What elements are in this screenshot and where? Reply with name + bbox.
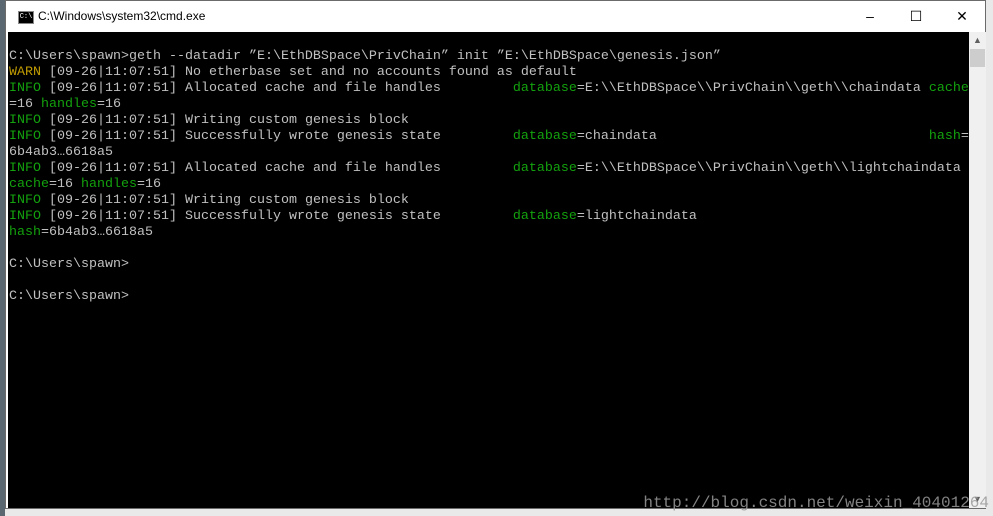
console-segment: cache — [928, 81, 969, 96]
console-line: =16 handles=16 — [9, 97, 969, 113]
console-line: cache=16 handles=16 — [9, 177, 969, 193]
console-segment: =16 — [137, 177, 161, 192]
console-line: WARN [09-26|11:07:51] No etherbase set a… — [9, 65, 969, 81]
console-segment: database — [512, 81, 577, 96]
console-segment: =16 — [9, 97, 41, 112]
console-segment: [09-26|11:07:51] Successfully wrote gene… — [41, 209, 513, 224]
console-line: C:\Users\spawn>geth --datadir ”E:\EthDBS… — [9, 49, 969, 65]
console-segment: database — [512, 161, 577, 176]
cmd-window: C:\ C:\Windows\system32\cmd.exe – ☐ ✕ C:… — [5, 0, 986, 509]
console-segment: hash — [9, 225, 41, 240]
console-line: INFO [09-26|11:07:51] Allocated cache an… — [9, 81, 969, 97]
console-segment: INFO — [9, 129, 41, 144]
console-segment: database — [512, 209, 577, 224]
console-segment: [09-26|11:07:51] Allocated cache and fil… — [41, 81, 513, 96]
console-segment: cache — [9, 177, 49, 192]
console-segment: =6b4ab3…6618a5 — [41, 225, 153, 240]
console-segment: = — [960, 129, 969, 144]
console-segment: INFO — [9, 113, 41, 128]
vertical-scrollbar[interactable]: ▲ ▼ — [969, 32, 986, 508]
window-title: C:\Windows\system32\cmd.exe — [38, 9, 206, 23]
console-line: 6b4ab3…6618a5 — [9, 145, 969, 161]
console-segment: INFO — [9, 161, 41, 176]
console-segment: database — [512, 129, 577, 144]
console-segment: C:\Users\spawn>geth --datadir ”E:\EthDBS… — [9, 49, 721, 64]
console-segment: =16 — [49, 177, 81, 192]
console-segment: handles — [41, 97, 97, 112]
console-segment: INFO — [9, 193, 41, 208]
console-output[interactable]: C:\Users\spawn>geth --datadir ”E:\EthDBS… — [8, 32, 969, 508]
console-segment: =chaindata — [576, 129, 929, 144]
watermark: http://blog.csdn.net/weixin_40401264 — [643, 494, 989, 512]
console-segment: [09-26|11:07:51] Writing custom genesis … — [41, 113, 409, 128]
console-segment: =16 — [97, 97, 121, 112]
console-segment: INFO — [9, 209, 41, 224]
scrollbar-thumb[interactable] — [970, 49, 985, 67]
console-line: hash=6b4ab3…6618a5 — [9, 225, 969, 241]
cmd-icon[interactable]: C:\ — [18, 11, 34, 24]
console-segment: =E:\\EthDBSpace\\PrivChain\\geth\\chaind… — [576, 81, 929, 96]
console-line: INFO [09-26|11:07:51] Allocated cache an… — [9, 161, 969, 177]
minimize-button[interactable]: – — [847, 1, 893, 32]
console-line: INFO [09-26|11:07:51] Writing custom gen… — [9, 113, 969, 129]
scroll-up-icon[interactable]: ▲ — [969, 32, 986, 49]
console-segment: C:\Users\spawn> — [9, 257, 129, 272]
console-segment: WARN — [9, 65, 41, 80]
console-segment: =E:\\EthDBSpace\\PrivChain\\geth\\lightc… — [576, 161, 961, 176]
console-segment: handles — [81, 177, 137, 192]
console-segment: hash — [928, 129, 961, 144]
console-text: C:\Users\spawn>geth --datadir ”E:\EthDBS… — [9, 49, 969, 305]
console-segment: [09-26|11:07:51] Successfully wrote gene… — [41, 129, 513, 144]
close-button[interactable]: ✕ — [939, 1, 985, 32]
console-segment: [09-26|11:07:51] No etherbase set and no… — [41, 65, 577, 80]
console-line: C:\Users\spawn> — [9, 257, 969, 273]
console-segment: INFO — [9, 81, 41, 96]
console-segment: 6b4ab3…6618a5 — [9, 145, 113, 160]
console-segment: [09-26|11:07:51] Allocated cache and fil… — [41, 161, 513, 176]
maximize-button[interactable]: ☐ — [893, 1, 939, 32]
console-segment: =lightchaindata — [576, 209, 697, 224]
title-bar[interactable]: C:\ C:\Windows\system32\cmd.exe – ☐ ✕ — [6, 1, 985, 32]
console-line: C:\Users\spawn> — [9, 289, 969, 305]
console-segment: [09-26|11:07:51] Writing custom genesis … — [41, 193, 409, 208]
console-line: INFO [09-26|11:07:51] Successfully wrote… — [9, 129, 969, 145]
console-line: INFO [09-26|11:07:51] Writing custom gen… — [9, 193, 969, 209]
console-segment: C:\Users\spawn> — [9, 289, 129, 304]
console-line: INFO [09-26|11:07:51] Successfully wrote… — [9, 209, 969, 225]
